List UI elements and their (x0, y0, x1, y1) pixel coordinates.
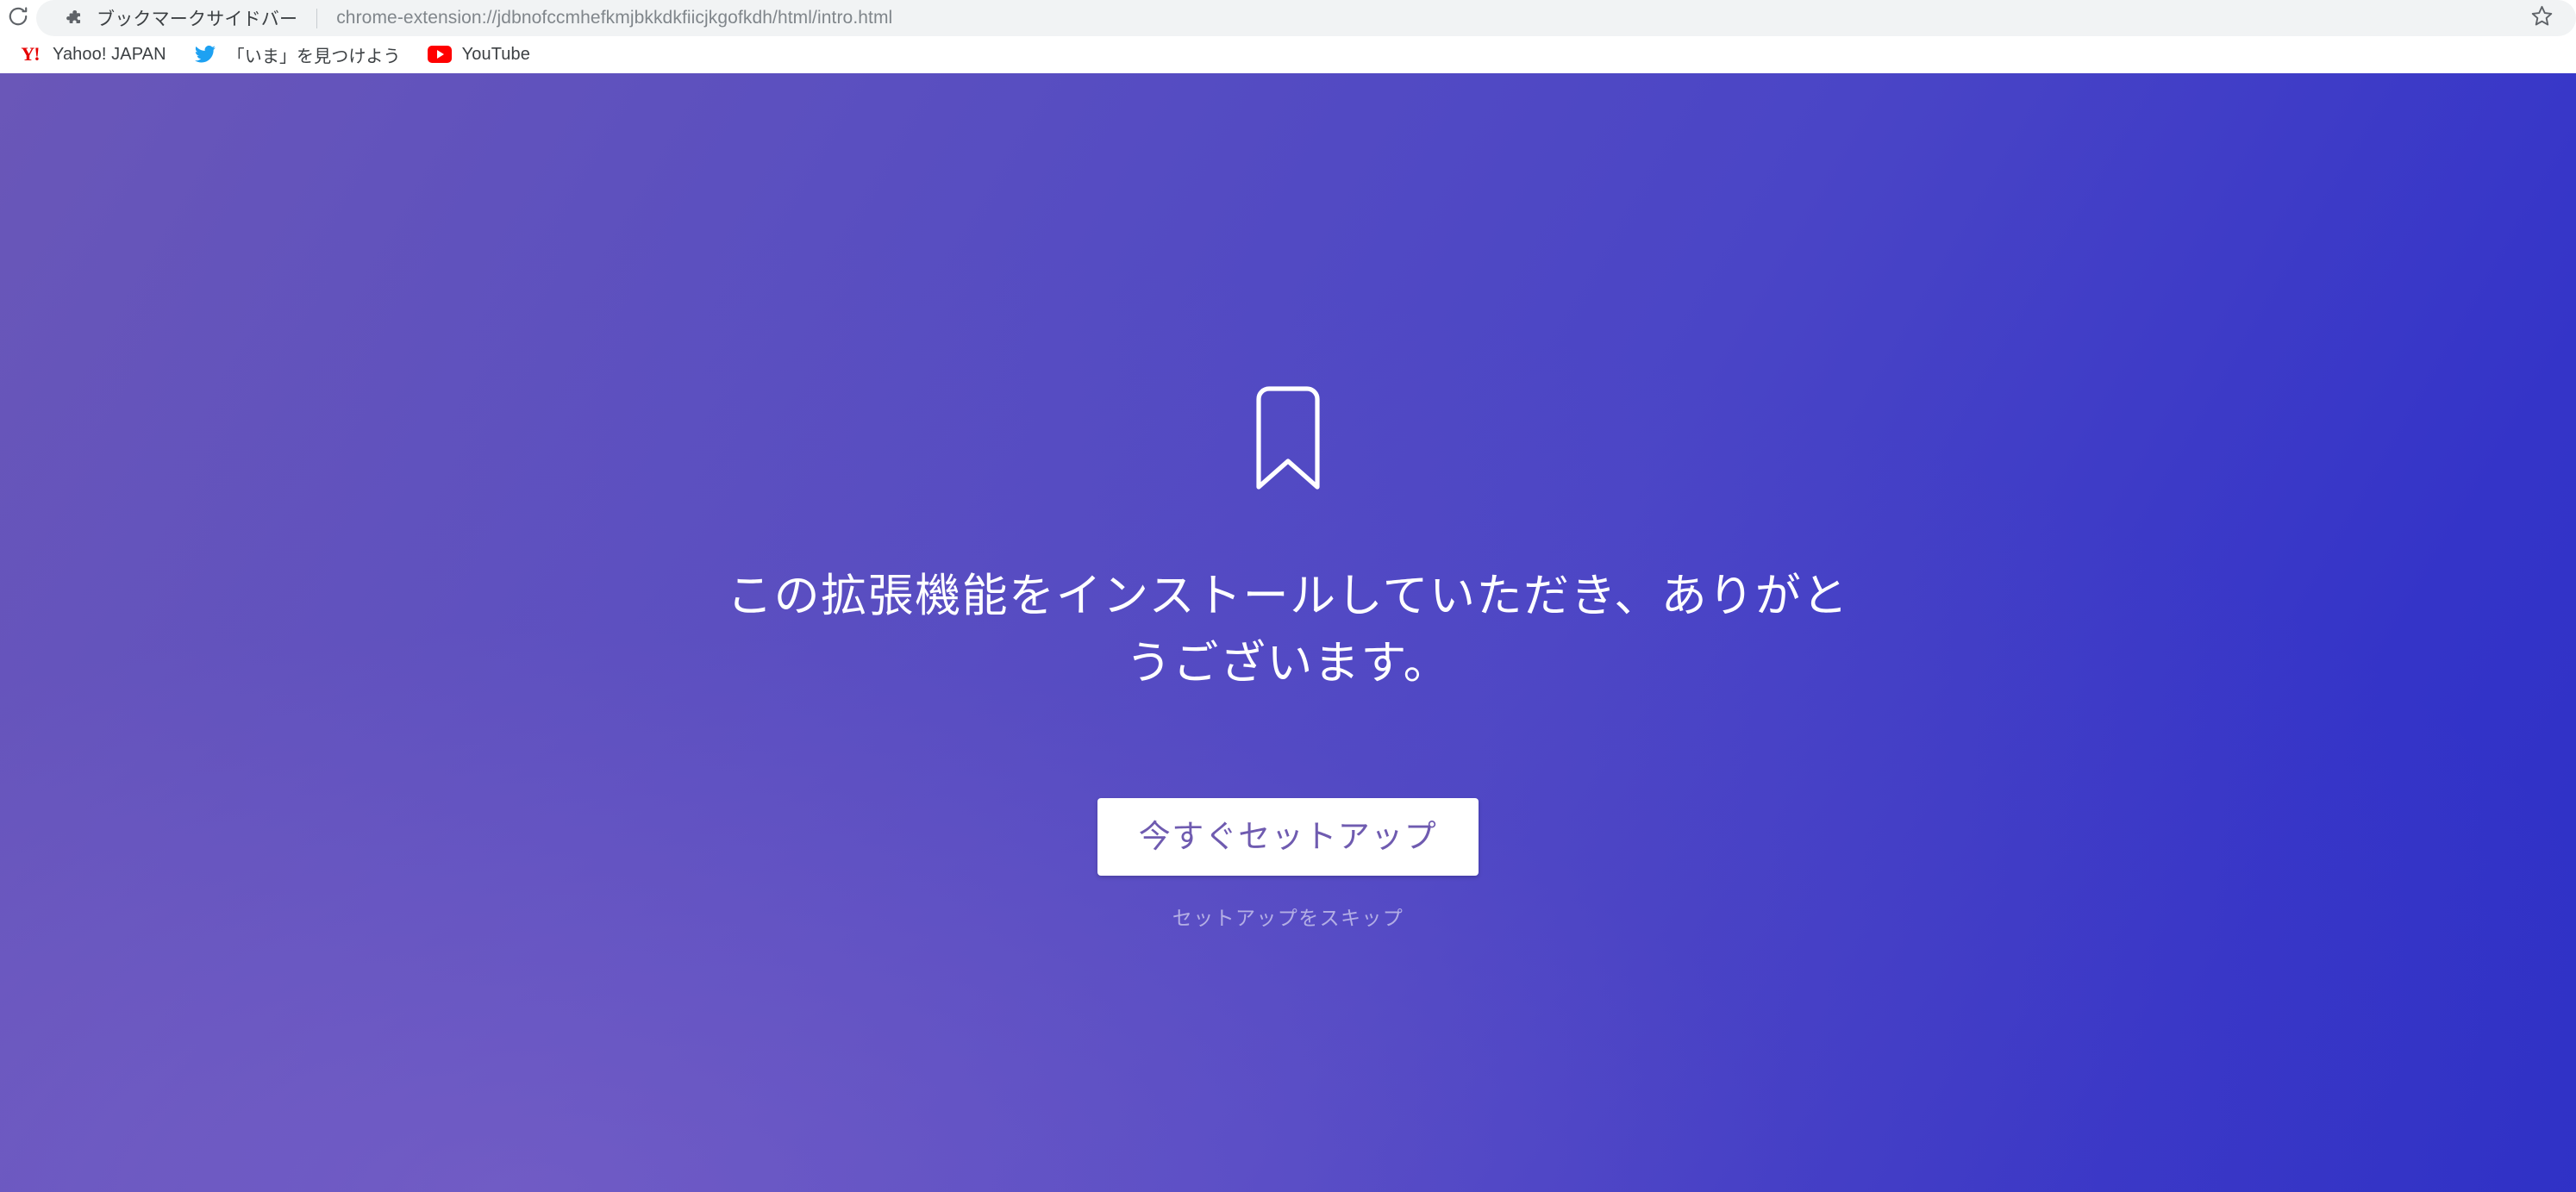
puzzle-piece-icon (62, 8, 83, 28)
bookmarks-bar: Y! Yahoo! JAPAN 「いま」を見つけよう YouTube (0, 36, 2576, 73)
omnibox-row: ブックマークサイドバー chrome-extension://jdbnofccm… (0, 0, 2576, 36)
skip-setup-link[interactable]: セットアップをスキップ (1172, 902, 1404, 931)
bookmark-outline-icon (1250, 384, 1326, 494)
intro-page: この拡張機能をインストールしていただき、ありがとうございます。 今すぐセットアッ… (0, 73, 2576, 1192)
url-text[interactable]: chrome-extension://jdbnofccmhefkmjbkkdkf… (336, 8, 2514, 28)
hero-section: この拡張機能をインストールしていただき、ありがとうございます。 今すぐセットアッ… (0, 73, 2576, 931)
page-title: この拡張機能をインストールしていただき、ありがとうございます。 (727, 571, 1849, 690)
bookmark-label: 「いま」を見つけよう (227, 47, 401, 66)
bookmark-item-yahoo[interactable]: Y! Yahoo! JAPAN (7, 40, 177, 69)
browser-chrome: ブックマークサイドバー chrome-extension://jdbnofccm… (0, 0, 2576, 73)
youtube-icon (427, 41, 453, 67)
twitter-bird-icon (192, 41, 218, 67)
bookmark-star-button[interactable] (2514, 0, 2569, 36)
setup-now-button[interactable]: 今すぐセットアップ (1097, 797, 1479, 877)
reload-button[interactable] (0, 0, 36, 36)
bookmark-item-youtube[interactable]: YouTube (416, 40, 541, 69)
omnibox-divider (316, 8, 318, 28)
bookmark-item-twitter[interactable]: 「いま」を見つけよう (182, 40, 411, 69)
reload-icon (7, 5, 29, 32)
bookmark-label: YouTube (461, 44, 530, 64)
address-bar[interactable]: ブックマークサイドバー chrome-extension://jdbnofccm… (36, 0, 2576, 36)
extension-name-label: ブックマークサイドバー (97, 9, 298, 29)
yahoo-logo-text: Y! (21, 43, 40, 65)
star-outline-icon (2530, 4, 2554, 32)
yahoo-japan-icon: Y! (17, 41, 43, 67)
bookmark-label: Yahoo! JAPAN (53, 44, 166, 64)
